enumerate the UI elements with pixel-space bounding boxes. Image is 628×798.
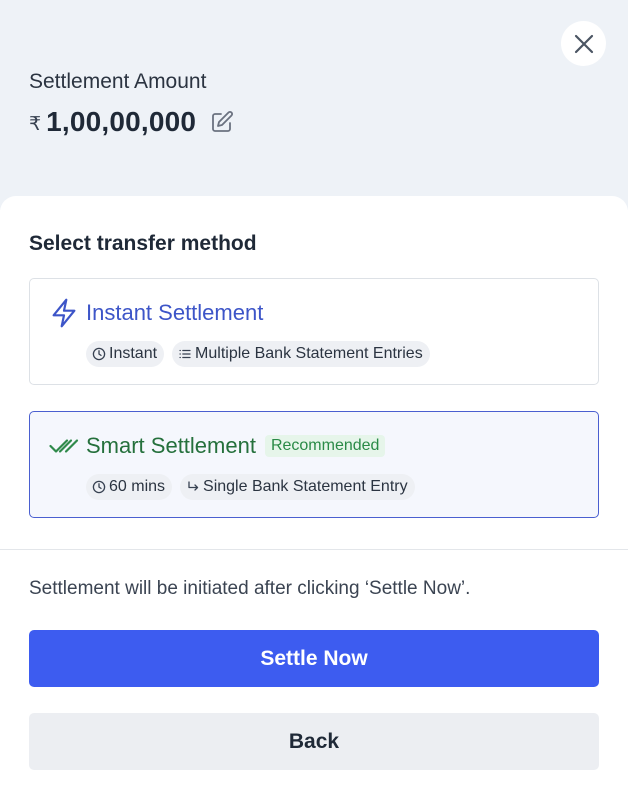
close-button[interactable] [561,21,606,66]
chip-entries: Multiple Bank Statement Entries [172,341,430,367]
amount-value: 1,00,00,000 [46,106,197,137]
option-instant-settlement[interactable]: Instant Settlement Instant Multiple Bank… [29,278,599,385]
chip-label: Single Bank Statement Entry [203,478,408,495]
lightning-icon [49,298,79,328]
double-check-icon [49,431,79,461]
settle-now-button[interactable]: Settle Now [29,630,599,687]
chip-label: Multiple Bank Statement Entries [195,345,423,362]
back-button[interactable]: Back [29,713,599,770]
option-title: Instant Settlement [86,300,264,325]
edit-icon[interactable] [210,110,234,134]
option-title: Smart Settlement [86,433,256,458]
clock-icon [92,347,106,361]
header-panel: Settlement Amount ₹ 1,00,00,000 [0,0,628,210]
close-icon [573,33,595,55]
list-icon [178,347,192,361]
chip-label: 60 mins [109,478,166,495]
chip-label: Instant [109,345,158,362]
chip-speed: Instant [86,341,165,367]
divider [0,549,628,550]
recommended-badge: Recommended [264,435,386,457]
option-smart-settlement[interactable]: Smart Settlement Recommended 60 mins Sin… [29,411,599,518]
settlement-amount: ₹ 1,00,00,000 [29,106,234,138]
chip-entries: Single Bank Statement Entry [180,474,415,500]
section-title: Select transfer method [29,232,257,255]
return-arrow-icon [186,480,200,494]
clock-icon [92,480,106,494]
settlement-amount-label: Settlement Amount [29,70,207,93]
currency-symbol: ₹ [29,113,42,135]
settlement-note: Settlement will be initiated after click… [29,578,471,599]
chip-speed: 60 mins [86,474,173,500]
